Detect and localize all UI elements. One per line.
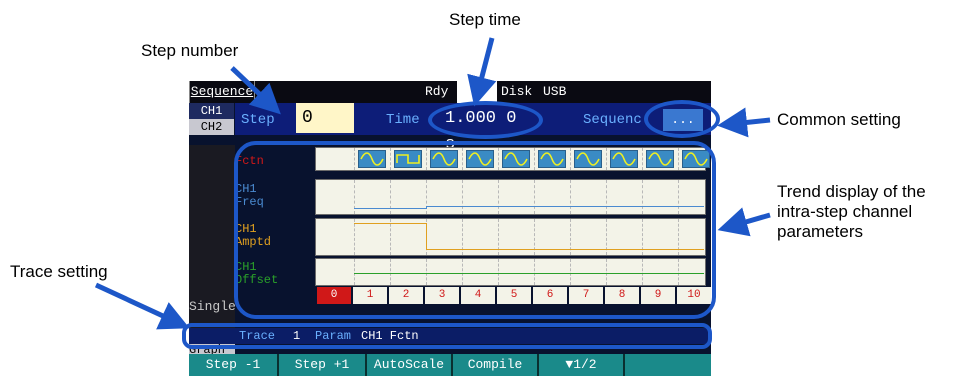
step-number-field[interactable]: 0 <box>296 103 354 133</box>
status-rdy: Rdy <box>425 84 449 99</box>
annotation-trend-display-line3: parameters <box>777 222 863 241</box>
status-disk: Disk <box>501 84 533 99</box>
arrow-trace-setting <box>94 282 190 330</box>
status-usb: USB <box>543 84 567 99</box>
arrow-common-setting <box>717 107 771 138</box>
compile-button[interactable]: Compile <box>453 354 539 376</box>
step-time-highlight <box>428 101 543 139</box>
trend-display-highlight <box>234 141 716 319</box>
annotation-step-time: Step time <box>449 10 521 29</box>
tab-sequence[interactable]: Sequence <box>189 81 255 103</box>
step-minus-button[interactable]: Step -1 <box>189 354 279 376</box>
common-setting-highlight <box>644 100 720 138</box>
sequence-label: Sequenc <box>583 112 642 128</box>
step-label: Step <box>241 112 275 128</box>
annotation-trace-setting: Trace setting <box>10 262 108 281</box>
annotation-trend-display-line1: Trend display of the <box>777 182 926 201</box>
annotation-step-number: Step number <box>141 41 239 60</box>
trace-setting-highlight <box>182 323 712 349</box>
time-label: Time <box>386 112 420 128</box>
channel-tab-ch2[interactable]: CH2 <box>189 119 234 135</box>
single-label[interactable]: Single <box>189 299 236 314</box>
autoscale-button[interactable]: AutoScale <box>367 354 453 376</box>
blank-softkey[interactable] <box>625 354 711 376</box>
annotation-common-setting: Common setting <box>777 110 901 129</box>
annotation-trend-display-line2: intra-step channel <box>777 202 913 221</box>
arrow-trend-display <box>717 207 771 237</box>
page-next-button[interactable]: ▼1/2 <box>539 354 625 376</box>
channel-tab-ch1[interactable]: CH1 <box>189 103 234 119</box>
step-plus-button[interactable]: Step +1 <box>279 354 367 376</box>
status-divider <box>457 81 497 103</box>
